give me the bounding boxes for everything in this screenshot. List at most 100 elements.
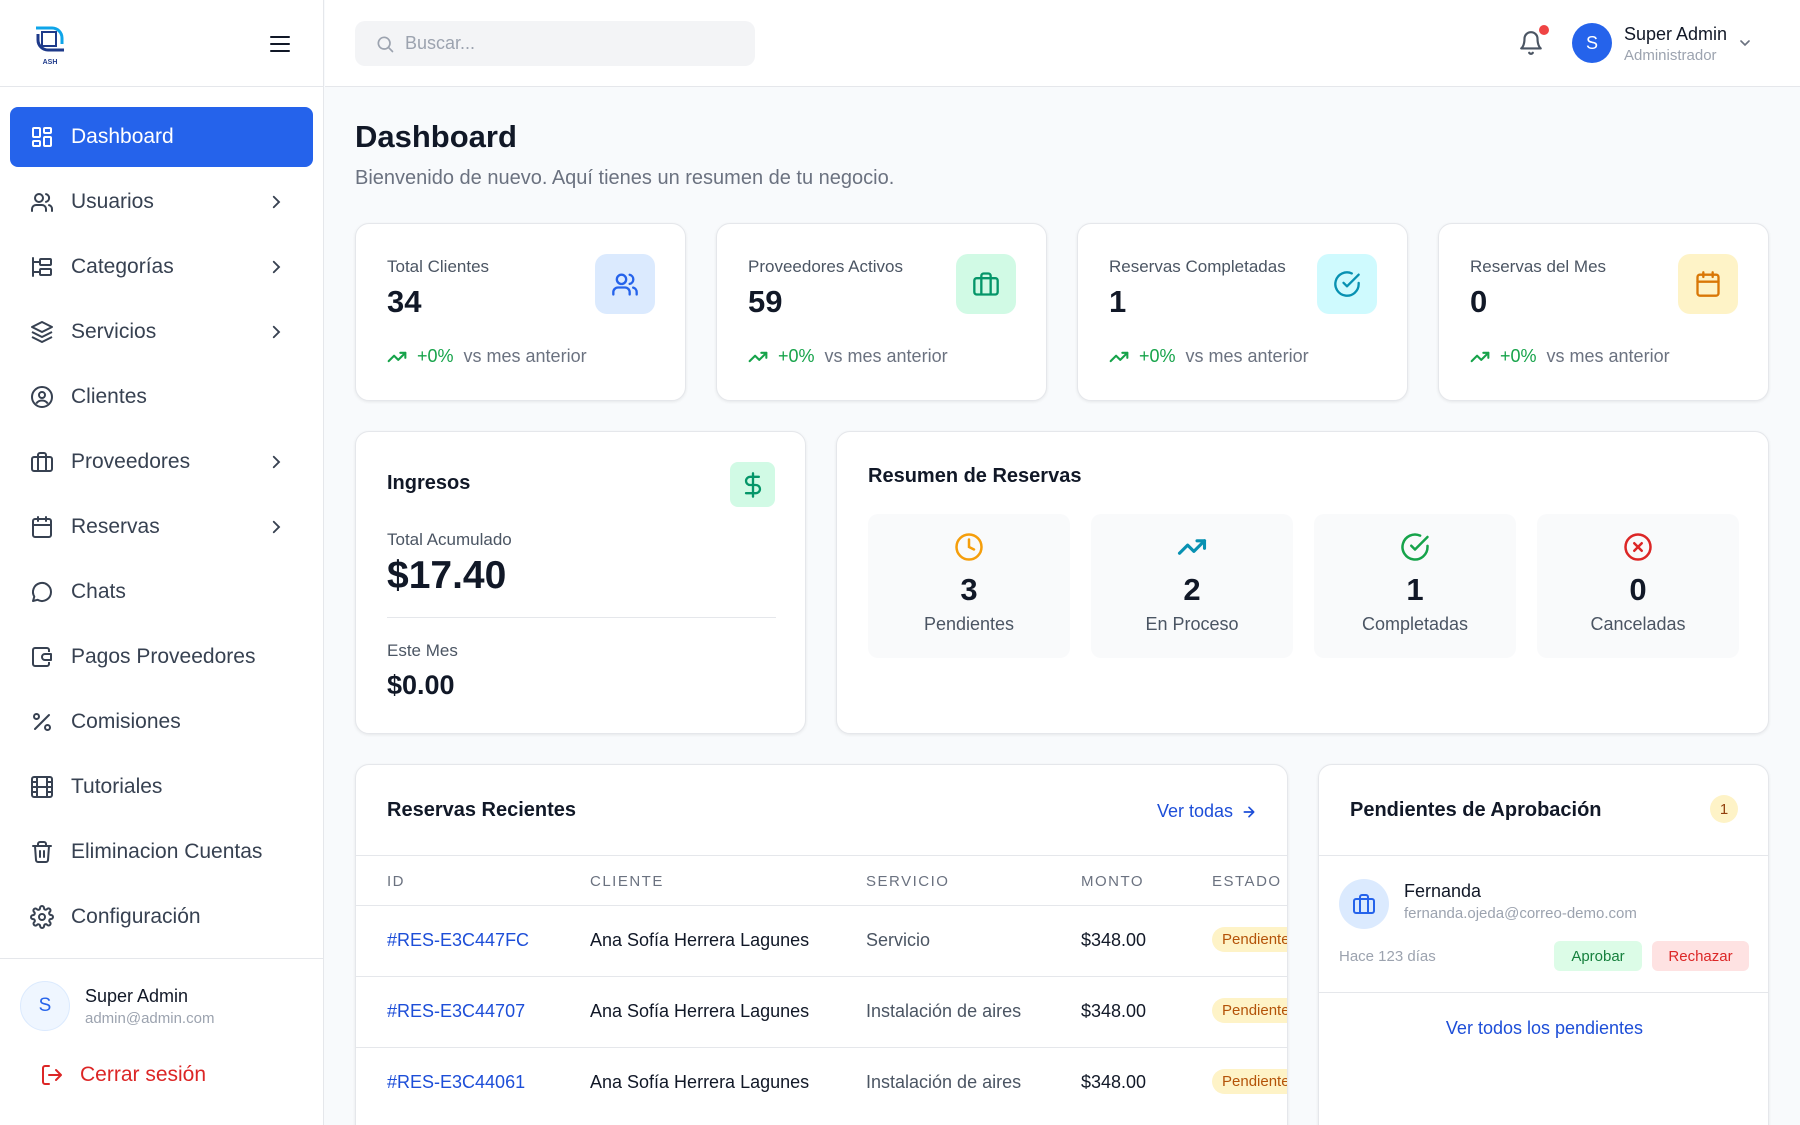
sidebar-item-comisiones[interactable]: Comisiones bbox=[10, 692, 313, 752]
table-row[interactable]: #RES-E3C44061 Ana Sofía Herrera Lagunes … bbox=[356, 1047, 1287, 1118]
sidebar-item-reservas[interactable]: Reservas bbox=[10, 497, 313, 557]
sidebar-item-configuracion[interactable]: Configuración bbox=[10, 887, 313, 947]
reject-button[interactable]: Rechazar bbox=[1652, 941, 1749, 971]
resumen-canceladas: 0 Canceladas bbox=[1537, 514, 1739, 658]
sidebar-item-label: Usuarios bbox=[71, 190, 154, 213]
sidebar-item-clientes[interactable]: Clientes bbox=[10, 367, 313, 427]
reserva-id-link[interactable]: #RES-E3C44061 bbox=[387, 1072, 525, 1093]
sidebar-item-label: Dashboard bbox=[71, 125, 174, 148]
ingresos-card: Ingresos Total Acumulado $17.40 Este Mes… bbox=[355, 431, 806, 734]
header-user-name: Super Admin bbox=[1624, 24, 1728, 44]
reserva-id-link[interactable]: #RES-E3C44707 bbox=[387, 1001, 525, 1022]
pending-email: fernanda.ojeda@correo-demo.com bbox=[1404, 905, 1637, 922]
monto-cell: $348.00 bbox=[1081, 930, 1147, 950]
dashboard-icon bbox=[32, 127, 52, 147]
column-header: ID bbox=[387, 873, 405, 890]
sidebar-item-usuarios[interactable]: Usuarios bbox=[10, 172, 313, 232]
chat-bubble-icon bbox=[32, 581, 53, 602]
sidebar-item-label: Tutoriales bbox=[71, 775, 163, 798]
servicio-cell: Servicio bbox=[866, 930, 931, 950]
table-row[interactable]: #RES-E3C44707 Ana Sofía Herrera Lagunes … bbox=[356, 976, 1287, 1047]
cliente-cell: Ana Sofía Herrera Lagunes bbox=[590, 1072, 810, 1092]
monto-cell: $348.00 bbox=[1081, 1072, 1147, 1092]
reservas-recientes-card: Reservas Recientes Ver todas ID CLIENTE … bbox=[355, 764, 1288, 1125]
search-bar[interactable] bbox=[355, 21, 755, 66]
menu-toggle-icon[interactable] bbox=[268, 32, 292, 56]
servicio-cell: Instalación de aires bbox=[866, 1072, 1022, 1092]
stat-label: Reservas Completadas bbox=[1109, 257, 1286, 276]
pendientes-aprobacion-card: Pendientes de Aprobación 1 Fernanda fern… bbox=[1318, 764, 1769, 1125]
resumen-value: 3 bbox=[960, 572, 978, 607]
stat-value: 34 bbox=[387, 284, 422, 319]
stat-card-proveedores-activos: Proveedores Activos 59 +0% vs mes anteri… bbox=[716, 223, 1047, 401]
trend-percent: +0% bbox=[778, 346, 815, 366]
stat-card-total-clientes: Total Clientes 34 +0% vs mes anterior bbox=[355, 223, 686, 401]
table-row[interactable]: #RES-E3C447FC Ana Sofía Herrera Lagunes … bbox=[356, 905, 1287, 976]
chevron-right-icon bbox=[272, 455, 281, 469]
logout-button[interactable]: Cerrar sesión bbox=[40, 1063, 206, 1087]
este-mes-label: Este Mes bbox=[387, 641, 458, 660]
divider bbox=[1319, 855, 1768, 856]
clock-icon bbox=[955, 533, 983, 561]
stat-value: 1 bbox=[1109, 284, 1127, 319]
column-header: CLIENTE bbox=[590, 873, 664, 890]
ver-todas-link[interactable]: Ver todas bbox=[1157, 801, 1257, 822]
sidebar-item-categorias[interactable]: Categorías bbox=[10, 237, 313, 297]
monto-cell: $348.00 bbox=[1081, 1001, 1147, 1021]
cliente-cell: Ana Sofía Herrera Lagunes bbox=[590, 930, 810, 950]
sidebar-item-chats[interactable]: Chats bbox=[10, 562, 313, 622]
search-input[interactable] bbox=[405, 33, 725, 54]
logout-label: Cerrar sesión bbox=[80, 1063, 207, 1086]
status-badge: Pendiente bbox=[1212, 927, 1287, 952]
ver-todas-label: Ver todas bbox=[1156, 801, 1233, 821]
ingresos-title: Ingresos bbox=[387, 472, 471, 494]
sidebar-item-servicios[interactable]: Servicios bbox=[10, 302, 313, 362]
stat-trend: +0% vs mes anterior bbox=[1109, 346, 1309, 367]
sidebar-user-email: admin@admin.com bbox=[85, 1010, 215, 1027]
sidebar-item-tutoriales[interactable]: Tutoriales bbox=[10, 757, 313, 817]
check-circle-icon bbox=[1317, 254, 1377, 314]
table-header: ID CLIENTE SERVICIO MONTO ESTADO bbox=[356, 855, 1287, 905]
resumen-en-proceso: 2 En Proceso bbox=[1091, 514, 1293, 658]
percent-icon bbox=[33, 713, 51, 731]
sidebar-item-dashboard[interactable]: Dashboard bbox=[10, 107, 313, 167]
user-menu[interactable]: S Super Admin Administrador bbox=[1572, 23, 1772, 65]
sidebar: ASH Dashboard Usuarios Categorías Servic… bbox=[0, 0, 324, 1125]
sidebar-item-proveedores[interactable]: Proveedores bbox=[10, 432, 313, 492]
dollar-icon bbox=[730, 462, 775, 507]
sidebar-item-label: Comisiones bbox=[71, 710, 181, 733]
cliente-cell: Ana Sofía Herrera Lagunes bbox=[590, 1001, 810, 1021]
pending-count-badge: 1 bbox=[1710, 795, 1738, 823]
resumen-label: Completadas bbox=[1361, 614, 1469, 634]
stat-value: 59 bbox=[748, 284, 783, 319]
top-header: S Super Admin Administrador bbox=[325, 0, 1800, 87]
brand-logo[interactable]: ASH bbox=[28, 20, 72, 68]
reserva-id-link[interactable]: #RES-E3C447FC bbox=[387, 930, 529, 951]
resumen-value: 1 bbox=[1406, 572, 1424, 607]
header-user-role: Administrador bbox=[1624, 47, 1717, 64]
ver-todos-pendientes-link[interactable]: Ver todos los pendientes bbox=[1319, 1018, 1768, 1039]
column-header: ESTADO bbox=[1212, 873, 1282, 890]
servicio-cell: Instalación de aires bbox=[866, 1001, 1022, 1021]
trending-up-icon bbox=[1470, 351, 1490, 362]
sidebar-item-label: Clientes bbox=[71, 385, 147, 408]
column-header: SERVICIO bbox=[866, 873, 950, 890]
trend-percent: +0% bbox=[1500, 346, 1537, 366]
page-subtitle: Bienvenido de nuevo. Aquí tienes un resu… bbox=[355, 167, 895, 189]
approve-button[interactable]: Aprobar bbox=[1554, 941, 1642, 971]
users-icon bbox=[595, 254, 655, 314]
sidebar-item-eliminacion-cuentas[interactable]: Eliminacion Cuentas bbox=[10, 822, 313, 882]
trending-up-icon bbox=[748, 351, 768, 362]
logout-icon bbox=[42, 1065, 62, 1085]
sidebar-item-pagos-proveedores[interactable]: Pagos Proveedores bbox=[10, 627, 313, 687]
user-circle-icon bbox=[31, 386, 53, 408]
x-circle-icon bbox=[1624, 533, 1652, 561]
sidebar-item-label: Proveedores bbox=[71, 450, 191, 473]
users-icon bbox=[31, 193, 54, 212]
logo-area: ASH bbox=[0, 0, 323, 87]
sidebar-nav: Dashboard Usuarios Categorías Servicios … bbox=[0, 87, 323, 947]
resumen-value: 0 bbox=[1629, 572, 1647, 607]
stat-card-reservas-del-mes: Reservas del Mes 0 +0% vs mes anterior bbox=[1438, 223, 1769, 401]
stat-card-reservas-completadas: Reservas Completadas 1 +0% vs mes anteri… bbox=[1077, 223, 1408, 401]
briefcase-icon bbox=[1339, 879, 1389, 929]
